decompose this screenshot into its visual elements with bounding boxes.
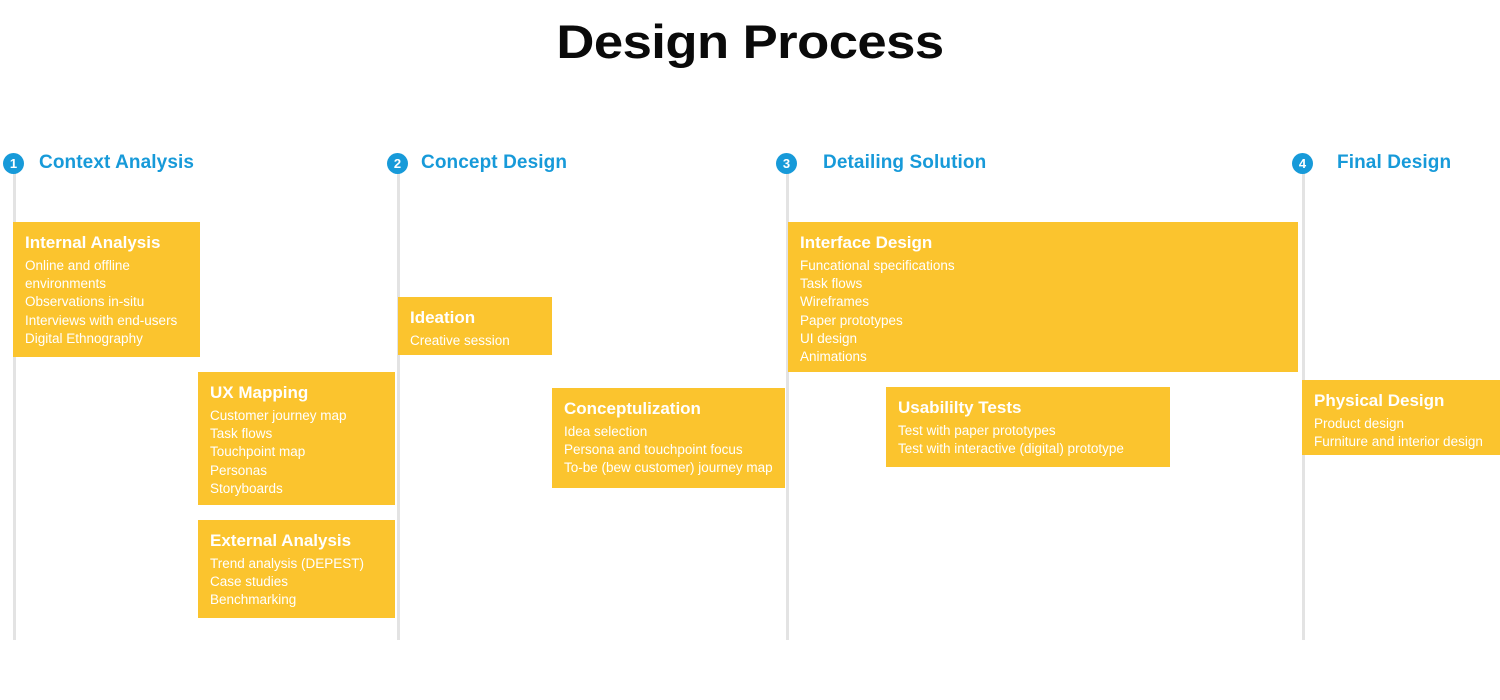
- card-interface-design[interactable]: Interface Design Funcational specificati…: [788, 222, 1298, 372]
- list-item: Idea selection: [564, 423, 648, 439]
- list-item: Observations in-situ: [25, 294, 145, 310]
- list-item: Interviews with end-users: [25, 312, 178, 328]
- list-item: Storyboards: [210, 480, 283, 496]
- page-title: Design Process: [556, 15, 944, 68]
- card-item-list: Customer journey map Task flows Touchpoi…: [210, 407, 383, 498]
- list-item: Touchpoint map: [210, 444, 306, 460]
- card-internal-analysis[interactable]: Internal Analysis Online and offline env…: [13, 222, 200, 357]
- card-title: Usabililty Tests: [898, 398, 1022, 417]
- list-item: Benchmarking: [210, 592, 297, 608]
- list-item: Task flows: [800, 276, 863, 292]
- list-item: Product design: [1314, 415, 1405, 431]
- card-item-list: Trend analysis (DEPEST) Case studies Ben…: [210, 555, 383, 610]
- card-title: Interface Design: [800, 233, 933, 252]
- card-title: External Analysis: [210, 531, 352, 550]
- card-item-list: Test with paper prototypes Test with int…: [898, 422, 1158, 458]
- card-item-list: Creative session: [410, 332, 540, 350]
- card-external-analysis[interactable]: External Analysis Trend analysis (DEPEST…: [198, 520, 395, 618]
- list-item: Funcational specifications: [800, 257, 955, 273]
- card-conceptulization[interactable]: Conceptulization Idea selection Persona …: [552, 388, 785, 488]
- list-item: Persona and touchpoint focus: [564, 442, 743, 458]
- list-item: Wireframes: [800, 294, 870, 310]
- list-item: Customer journey map: [210, 407, 347, 423]
- list-item: Test with paper prototypes: [898, 422, 1056, 438]
- list-item: Test with interactive (digital) prototyp…: [898, 441, 1124, 457]
- design-process-infographic: Design Process 1 Context Analysis 2 Conc…: [0, 0, 1500, 700]
- list-item: Case studies: [210, 574, 289, 590]
- card-item-list: Funcational specifications Task flows Wi…: [800, 257, 1286, 366]
- phase-title-detailing-solution: Detailing Solution: [823, 152, 987, 173]
- list-item: Online and offline environments: [25, 257, 130, 292]
- card-title: UX Mapping: [210, 383, 309, 402]
- list-item: Paper prototypes: [800, 312, 903, 328]
- phase-title-context-analysis: Context Analysis: [39, 152, 195, 173]
- card-title: Ideation: [410, 308, 476, 327]
- card-title: Conceptulization: [564, 399, 701, 418]
- list-item: Animations: [800, 349, 867, 365]
- phase-title-final-design: Final Design: [1337, 152, 1452, 173]
- list-item: UI design: [800, 330, 858, 346]
- phase-badge-4: 4: [1292, 153, 1313, 174]
- list-item: Trend analysis (DEPEST): [210, 555, 365, 571]
- card-ideation[interactable]: Ideation Creative session: [398, 297, 552, 355]
- list-item: Furniture and interior design: [1314, 434, 1483, 450]
- card-item-list: Idea selection Persona and touchpoint fo…: [564, 423, 773, 478]
- card-usability-tests[interactable]: Usabililty Tests Test with paper prototy…: [886, 387, 1170, 467]
- list-item: Task flows: [210, 426, 273, 442]
- list-item: To-be (bew customer) journey map: [564, 460, 773, 476]
- card-title: Physical Design: [1314, 391, 1445, 410]
- phase-title-concept-design: Concept Design: [421, 152, 568, 173]
- list-item: Creative session: [410, 332, 510, 348]
- card-title: Internal Analysis: [25, 233, 161, 252]
- phase-badge-3: 3: [776, 153, 797, 174]
- card-item-list: Product design Furniture and interior de…: [1314, 415, 1488, 451]
- card-item-list: Online and offline environments Observat…: [25, 257, 188, 348]
- list-item: Digital Ethnography: [25, 330, 143, 346]
- list-item: Personas: [210, 462, 268, 478]
- phase-divider-2: [397, 168, 400, 640]
- card-ux-mapping[interactable]: UX Mapping Customer journey map Task flo…: [198, 372, 395, 505]
- phase-badge-2: 2: [387, 153, 408, 174]
- phase-badge-1: 1: [3, 153, 24, 174]
- card-physical-design[interactable]: Physical Design Product design Furniture…: [1302, 380, 1500, 455]
